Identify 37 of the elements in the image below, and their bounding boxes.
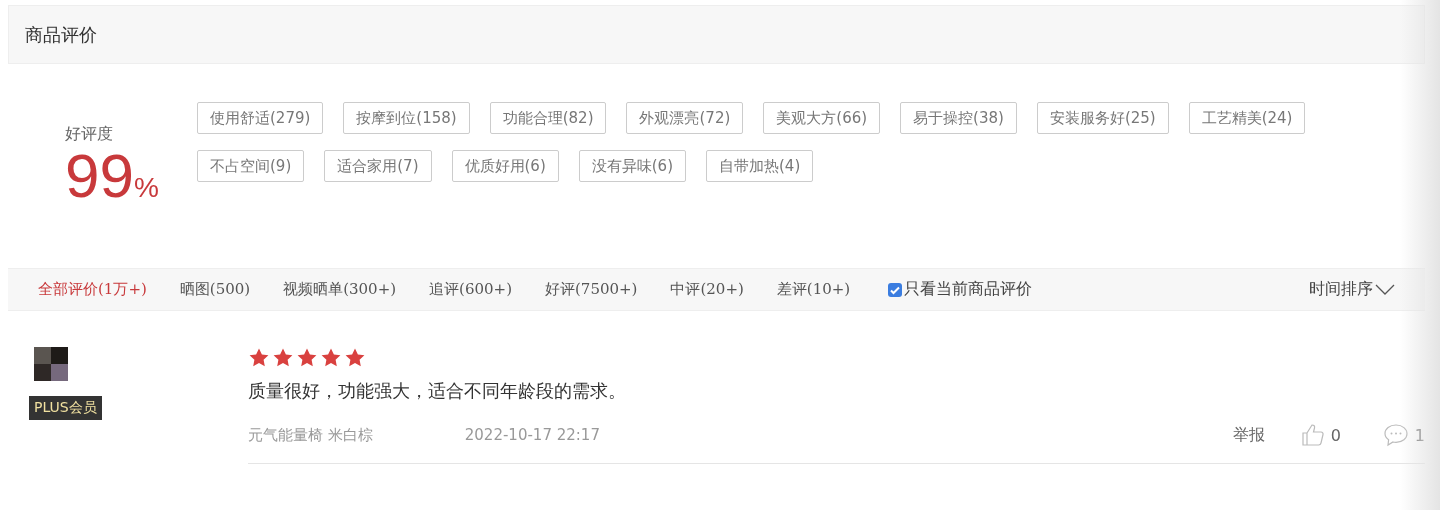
tag-button[interactable]: 功能合理(82) (489, 102, 607, 134)
review-date: 2022-10-17 22:17 (464, 426, 600, 444)
tag-button[interactable]: 适合家用(7) (324, 150, 432, 182)
rating-label: 好评度 (65, 124, 114, 145)
filter-tab[interactable]: 晒图(500) (179, 280, 251, 299)
like-count: 0 (1330, 425, 1341, 445)
tag-button[interactable]: 安装服务好(25) (1036, 102, 1169, 134)
filter-tab[interactable]: 全部评价(1万+) (38, 280, 147, 299)
thumbs-up-icon[interactable] (1300, 423, 1325, 447)
tag-button[interactable]: 按摩到位(158) (343, 102, 470, 134)
tag-button[interactable]: 自带加热(4) (706, 150, 814, 182)
tag-button[interactable]: 没有异味(6) (578, 150, 686, 182)
avatar-icon (34, 347, 68, 381)
sort-label[interactable]: 时间排序 (1309, 279, 1373, 300)
member-badge: PLUS会员 (29, 396, 102, 420)
rating-unit: % (133, 174, 159, 202)
tag-button[interactable]: 外观漂亮(72) (626, 102, 744, 134)
tag-button[interactable]: 工艺精美(24) (1188, 102, 1306, 134)
checkbox-label: 只看当前商品评价 (904, 279, 1033, 300)
tag-button[interactable]: 不占空间(9) (197, 150, 305, 182)
tag-button[interactable]: 美观大方(66) (763, 102, 881, 134)
filter-tab[interactable]: 好评(7500+) (545, 280, 638, 299)
checkbox[interactable] (888, 282, 903, 297)
tag-button[interactable]: 易于操控(38) (900, 102, 1017, 134)
tag-button[interactable]: 优质好用(6) (451, 150, 559, 182)
reply-count: 1 (1414, 425, 1425, 445)
tag-button[interactable]: 使用舒适(279) (197, 102, 324, 134)
rating-value: 99 (65, 145, 134, 207)
review-text: 质量很好，功能强大，适合不同年龄段的需求。 (248, 379, 627, 403)
filter-tab[interactable]: 追评(600+) (429, 280, 512, 299)
chevron-down-icon[interactable] (1375, 284, 1395, 295)
filter-tab[interactable]: 中评(20+) (670, 280, 744, 299)
product-variant: 元气能量椅 米白棕 (248, 425, 373, 445)
report-link[interactable]: 举报 (1232, 424, 1265, 446)
filter-tab[interactable]: 视频晒单(300+) (283, 280, 397, 299)
section-title: 商品评价 (25, 22, 97, 47)
filter-tab[interactable]: 差评(10+) (776, 280, 851, 299)
